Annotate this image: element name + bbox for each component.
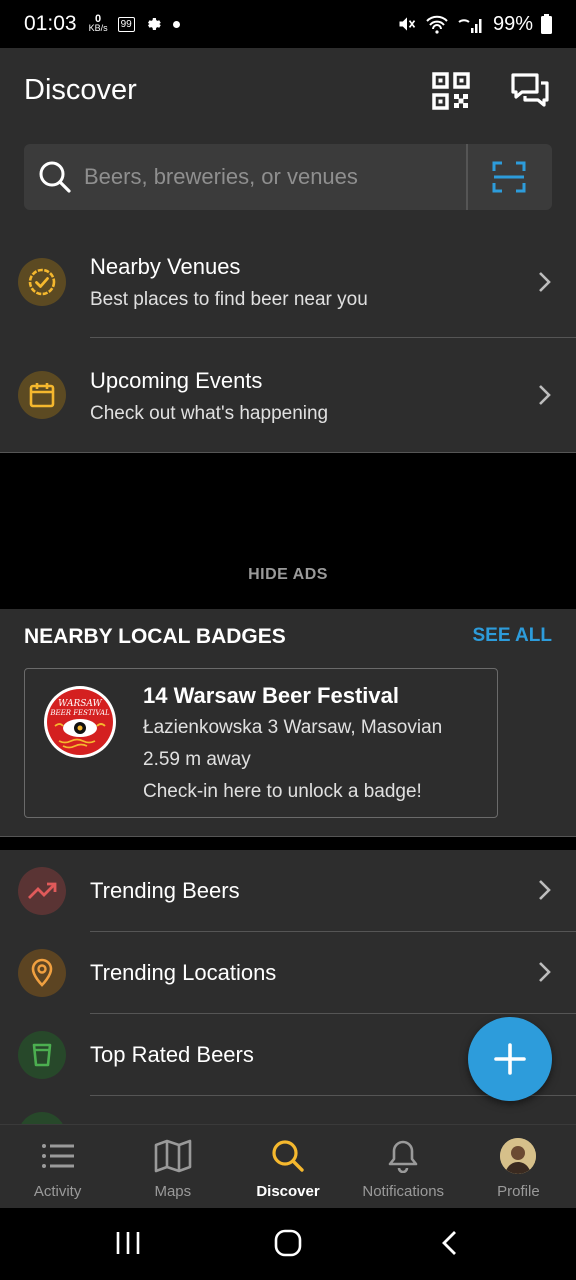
list-item-trending-beers[interactable]: Trending Beers <box>0 850 576 932</box>
list-item-title: Upcoming Events <box>90 368 263 393</box>
battery-percent: 99% <box>492 12 533 35</box>
battery-icon <box>541 14 552 34</box>
check-badge-icon <box>18 258 66 306</box>
ad-banner <box>0 453 576 609</box>
dot-icon <box>172 20 180 28</box>
badge-cta: Check-in here to unlock a badge! <box>143 781 422 802</box>
qr-code-icon[interactable] <box>432 72 470 110</box>
search-icon <box>39 161 71 193</box>
badge-name: 14 Warsaw Beer Festival <box>143 683 399 708</box>
list-item-subtitle: Check out what's happening <box>90 403 329 424</box>
gear-icon <box>147 18 161 30</box>
hide-ads-button[interactable]: HIDE ADS <box>0 566 576 584</box>
network-speed: 0 KB/s <box>88 14 108 33</box>
barcode-scan-icon[interactable] <box>492 161 526 193</box>
chevron-right-icon <box>539 272 551 292</box>
tab-label: Notifications <box>362 1183 445 1200</box>
search-input[interactable] <box>84 144 464 210</box>
search-bar <box>24 144 552 210</box>
wifi-icon <box>426 15 448 34</box>
tab-maps[interactable]: Maps <box>115 1125 230 1208</box>
status-time: 01:03 <box>24 12 77 35</box>
tab-profile[interactable]: Profile <box>461 1125 576 1208</box>
festival-logo: WARSAW BEER FESTIVAL <box>44 686 116 758</box>
plus-icon <box>494 1043 526 1075</box>
list-item-title: Nearby Venues <box>90 254 241 279</box>
tab-discover[interactable]: Discover <box>230 1125 345 1208</box>
divider <box>90 337 576 338</box>
system-navigation-bar <box>0 1208 576 1280</box>
beer-glass-icon <box>18 1031 66 1079</box>
tab-label: Maps <box>154 1183 192 1200</box>
tab-activity[interactable]: Activity <box>0 1125 115 1208</box>
list-item-title: Top Rated Beers <box>90 1042 254 1067</box>
page-title: Discover <box>24 74 137 106</box>
list-item-nearby-venues[interactable]: Nearby Venues Best places to find beer n… <box>0 225 576 338</box>
chevron-right-icon <box>539 962 551 982</box>
map-icon <box>154 1137 192 1175</box>
chevron-right-icon <box>539 385 551 405</box>
explore-section: Nearby Venues Best places to find beer n… <box>0 225 576 453</box>
add-checkin-button[interactable] <box>468 1017 552 1101</box>
back-icon[interactable] <box>440 1230 460 1256</box>
list-item-title: Trending Locations <box>90 960 277 985</box>
calendar-icon <box>18 371 66 419</box>
section-heading: NEARBY LOCAL BADGES <box>24 625 286 648</box>
mute-icon <box>399 17 416 31</box>
network-speed-unit: KB/s <box>88 23 108 33</box>
search-icon <box>269 1137 307 1175</box>
home-icon[interactable] <box>274 1229 302 1257</box>
list-item-upcoming-events[interactable]: Upcoming Events Check out what's happeni… <box>0 339 576 452</box>
location-pin-icon <box>18 949 66 997</box>
tab-label: Activity <box>33 1183 82 1200</box>
nearby-badges-section: NEARBY LOCAL BADGES SEE ALL WARSAW BEER … <box>0 609 576 837</box>
list-item-subtitle: Best places to find beer near you <box>90 289 368 310</box>
tab-label: Profile <box>497 1183 540 1200</box>
tab-label: Discover <box>256 1183 320 1200</box>
avatar <box>500 1138 537 1174</box>
app-header: Discover <box>0 48 576 225</box>
badge-address: Łazienkowska 3 Warsaw, Masovian <box>143 717 443 738</box>
list-item-title: Trending Beers <box>90 878 240 903</box>
logo-text: WARSAW <box>58 699 102 709</box>
list-item-trending-locations[interactable]: Trending Locations <box>0 932 576 1014</box>
recent-apps-icon[interactable] <box>114 1230 142 1256</box>
status-bar: 01:03 0 KB/s 99 99% <box>0 0 576 48</box>
bottom-navigation: Activity Maps Discover Notifications Pro… <box>0 1124 576 1208</box>
trending-up-icon <box>18 867 66 915</box>
notification-count-icon: 99 <box>117 16 135 32</box>
badge-distance: 2.59 m away <box>143 749 251 770</box>
logo-text: BEER FESTIVAL <box>49 709 110 717</box>
signal-icon <box>458 19 482 33</box>
chevron-right-icon <box>539 880 551 900</box>
badge-card[interactable]: WARSAW BEER FESTIVAL 14 Warsaw Beer Fest… <box>24 668 498 818</box>
search-divider <box>466 144 468 210</box>
list-icon <box>39 1137 77 1175</box>
bell-icon <box>384 1137 422 1175</box>
chat-icon[interactable] <box>510 72 550 110</box>
tab-notifications[interactable]: Notifications <box>346 1125 461 1208</box>
see-all-link[interactable]: SEE ALL <box>472 625 552 647</box>
